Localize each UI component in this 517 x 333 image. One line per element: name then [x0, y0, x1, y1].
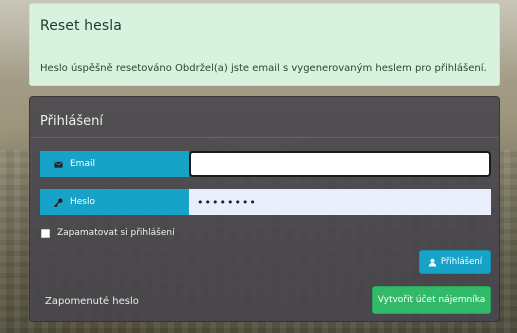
envelope-icon: [54, 160, 63, 169]
password-label-addon: Heslo: [40, 189, 189, 215]
email-input[interactable]: [189, 151, 491, 177]
email-label-addon: Email: [40, 151, 189, 177]
forgot-password-link[interactable]: Zapomenuté heslo: [45, 296, 139, 307]
success-alert: Reset hesla Heslo úspěšně resetováno Obd…: [29, 3, 500, 86]
remember-me[interactable]: Zapamatovat si přihlášení: [41, 228, 175, 238]
password-input[interactable]: [189, 189, 491, 215]
panel-divider: [30, 137, 499, 138]
password-label: Heslo: [70, 197, 96, 207]
email-input-wrap: [189, 151, 491, 177]
login-button-label: Přihlášení: [440, 257, 483, 267]
login-title: Přihlášení: [40, 114, 104, 129]
login-panel: Přihlášení Email Heslo Zapamatovat si př…: [29, 96, 500, 322]
remember-checkbox[interactable]: [41, 228, 50, 238]
email-row: Email: [40, 151, 491, 177]
create-tenant-account-button[interactable]: Vytvořit účet nájemníka: [372, 286, 491, 314]
login-button[interactable]: Přihlášení: [419, 250, 491, 274]
remember-label: Zapamatovat si přihlášení: [57, 228, 175, 238]
key-icon: [54, 198, 63, 207]
alert-title: Reset hesla: [40, 18, 122, 34]
password-row: Heslo: [40, 189, 491, 215]
user-icon: [428, 258, 437, 267]
email-label: Email: [70, 159, 95, 169]
alert-message: Heslo úspěšně resetováno Obdržel(a) jste…: [40, 63, 487, 74]
